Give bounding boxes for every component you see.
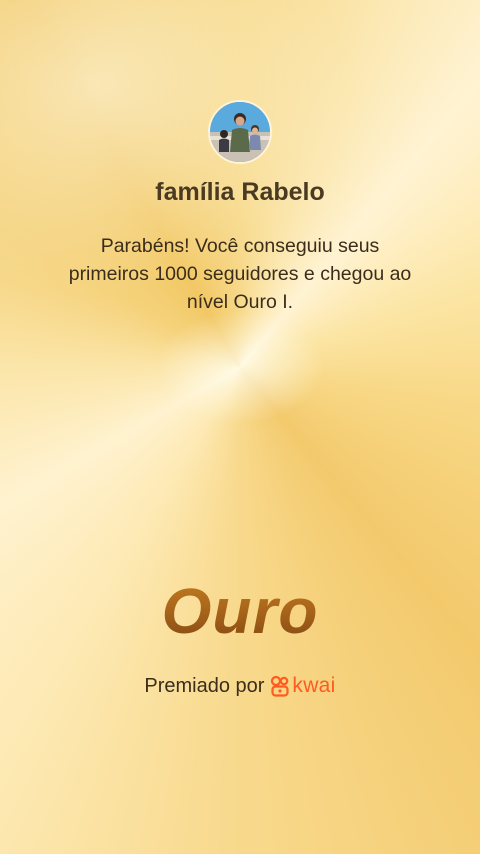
profile-photo (210, 102, 270, 162)
achievement-message: Parabéns! Você conseguiu seus primeiros … (68, 235, 412, 313)
level-title: Ouro (0, 574, 480, 648)
awarded-by: Premiado por kwai (0, 674, 480, 698)
profile-name: família Rabelo (155, 178, 325, 206)
awarded-by-label: Premiado por (144, 674, 265, 697)
kwai-logo-icon (270, 675, 290, 697)
avatar[interactable] (208, 100, 272, 164)
kwai-brand: kwai (292, 674, 336, 697)
